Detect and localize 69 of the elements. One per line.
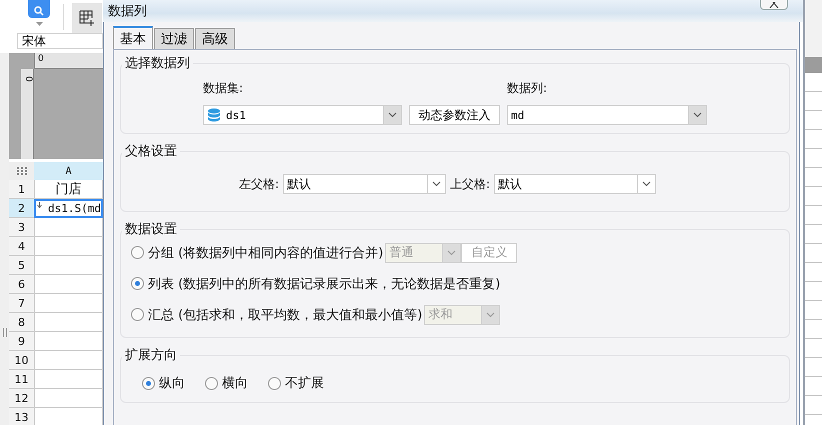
row-header[interactable]: 4 bbox=[9, 237, 34, 256]
close-icon bbox=[769, 2, 779, 8]
radio-option[interactable]: 不扩展 bbox=[268, 374, 324, 392]
row-header[interactable]: 5 bbox=[9, 256, 34, 275]
row-header[interactable]: 11 bbox=[9, 370, 34, 389]
tab[interactable]: 高级 bbox=[195, 28, 235, 49]
row-header[interactable]: 10 bbox=[9, 351, 34, 370]
database-icon bbox=[207, 108, 221, 122]
section-title: 扩展方向 bbox=[124, 347, 178, 364]
table-cell[interactable] bbox=[34, 351, 103, 370]
table-cell[interactable] bbox=[34, 332, 103, 351]
row-header[interactable]: 3 bbox=[9, 218, 34, 237]
grid-plus-icon bbox=[79, 10, 95, 26]
table-cell[interactable] bbox=[34, 408, 103, 425]
window-title: 数据列 bbox=[107, 3, 147, 20]
section-title: 选择数据列 bbox=[124, 55, 191, 72]
caret-icon bbox=[642, 181, 652, 187]
tab[interactable]: 过滤 bbox=[154, 28, 194, 49]
insert-table-button[interactable] bbox=[72, 3, 102, 33]
caret-icon bbox=[486, 312, 496, 318]
search-icon bbox=[34, 6, 44, 16]
section-title: 数据设置 bbox=[124, 221, 178, 238]
table-cell[interactable]: ds1.S(md bbox=[34, 199, 103, 218]
table-cell[interactable] bbox=[34, 389, 103, 408]
row-header[interactable]: 1 bbox=[9, 180, 34, 199]
table-cell[interactable] bbox=[34, 237, 103, 256]
dots-grid-icon bbox=[16, 167, 27, 175]
row-header[interactable]: 12 bbox=[9, 389, 34, 408]
section-title: 父格设置 bbox=[124, 143, 178, 160]
dropdown[interactable]: 默认 bbox=[494, 174, 656, 194]
caret-icon bbox=[447, 250, 456, 256]
table-cell[interactable] bbox=[34, 370, 103, 389]
table-cell[interactable] bbox=[34, 218, 103, 237]
table-cell[interactable]: 门店 bbox=[34, 180, 103, 199]
row-header[interactable]: 2 bbox=[9, 199, 34, 218]
dropdown[interactable]: md bbox=[507, 105, 707, 125]
field-label: 上父格: bbox=[450, 176, 490, 192]
row-header[interactable]: 7 bbox=[9, 294, 34, 313]
field-label: 数据列: bbox=[507, 80, 548, 97]
splitter-grip-icon[interactable] bbox=[2, 328, 6, 337]
field-label: 左父格: bbox=[239, 176, 280, 192]
caret-icon bbox=[388, 112, 397, 118]
radio-option[interactable]: 横向 bbox=[205, 374, 248, 392]
row-header[interactable]: 9 bbox=[9, 332, 34, 351]
caret-icon bbox=[693, 112, 702, 118]
caret-icon bbox=[432, 181, 442, 187]
caret-icon bbox=[36, 22, 42, 26]
row-header[interactable]: 13 bbox=[9, 408, 34, 425]
dropdown[interactable]: ds1 bbox=[203, 105, 402, 125]
select-all-corner[interactable] bbox=[9, 162, 34, 180]
dropdown[interactable]: 默认 bbox=[283, 174, 446, 194]
ruler-label: 0 bbox=[38, 54, 44, 64]
row-header[interactable]: 6 bbox=[9, 275, 34, 294]
table-cell[interactable] bbox=[34, 294, 103, 313]
radio-option[interactable]: 汇总 (包括求和，取平均数，最大值和最小值等) bbox=[131, 306, 422, 324]
tab[interactable]: 基本 bbox=[113, 26, 153, 49]
radio-option[interactable]: 纵向 bbox=[142, 374, 185, 392]
table-cell[interactable] bbox=[34, 313, 103, 332]
row-header[interactable]: 8 bbox=[9, 313, 34, 332]
table-cell[interactable] bbox=[34, 275, 103, 294]
column-header[interactable]: A bbox=[34, 162, 103, 180]
search-button[interactable] bbox=[28, 0, 50, 18]
radio-option[interactable]: 列表 (数据列中的所有数据记录展示出来，无论数据是否重复) bbox=[131, 274, 500, 292]
ruler-label: 0 bbox=[22, 76, 33, 82]
font-field[interactable]: 宋体 bbox=[17, 33, 103, 49]
table-cell[interactable] bbox=[34, 256, 103, 275]
inject-button[interactable]: 动态参数注入 bbox=[409, 105, 500, 125]
radio-option[interactable]: 分组 (将数据列中相同内容的值进行合并) bbox=[131, 244, 384, 262]
field-label: 数据集: bbox=[203, 80, 244, 97]
